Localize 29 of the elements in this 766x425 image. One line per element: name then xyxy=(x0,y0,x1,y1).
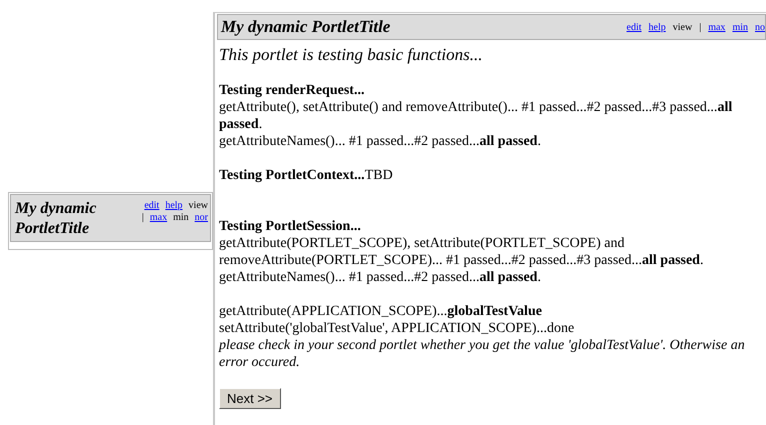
note-text: please check in your second portlet whether you get the value 'globalTestValue'. Otherwise an error occured. xyxy=(219,337,746,371)
mode-label: view xyxy=(672,22,692,32)
portlet-title: My dynamic PortletTitle xyxy=(15,199,98,239)
mode-label: view xyxy=(188,200,208,211)
separator: | xyxy=(699,22,702,32)
mode-link[interactable]: nor xyxy=(194,212,208,223)
mode-link[interactable]: help xyxy=(648,22,666,32)
result-text: setAttribute('globalTestValue', APPLICATION_SCOPE)...done xyxy=(219,320,576,337)
result-text: Testing PortletContext...TBD xyxy=(219,167,394,184)
mode-link[interactable]: edit xyxy=(144,200,160,211)
section-heading: Testing renderRequest... xyxy=(219,82,366,99)
mode-label: min xyxy=(173,212,189,223)
section-heading: Testing PortletSession... xyxy=(219,218,362,235)
result-text: getAttributeNames()... #1 passed...#2 passed...all passed. xyxy=(219,133,542,150)
mode-link[interactable]: max xyxy=(150,212,168,223)
mode-link[interactable]: help xyxy=(165,200,183,211)
result-text: getAttribute(), setAttribute() and removeAttribute()... #1 passed...#2 passed...#3 passed...all passed. xyxy=(219,99,734,133)
result-text: getAttributeNames()... #1 passed...#2 passed...all passed. xyxy=(219,269,542,286)
intro-text: This portlet is testing basic functions... xyxy=(219,45,484,65)
next-button[interactable]: Next >> xyxy=(219,388,281,409)
mode-link[interactable]: min xyxy=(732,22,748,32)
portlet-title: My dynamic PortletTitle xyxy=(221,17,390,37)
mode-link[interactable]: edit xyxy=(626,22,642,32)
result-text: removeAttribute(PORTLET_SCOPE)... #1 passed...#2 passed...#3 passed...all passed. xyxy=(219,252,704,269)
mode-link[interactable]: no xyxy=(755,22,765,32)
separator: | xyxy=(142,212,144,223)
mode-link[interactable]: max xyxy=(708,22,726,32)
result-text: getAttribute(PORTLET_SCOPE), setAttribute(PORTLET_SCOPE) and xyxy=(219,235,626,252)
result-text: getAttribute(APPLICATION_SCOPE)...globalTestValue xyxy=(219,303,543,320)
